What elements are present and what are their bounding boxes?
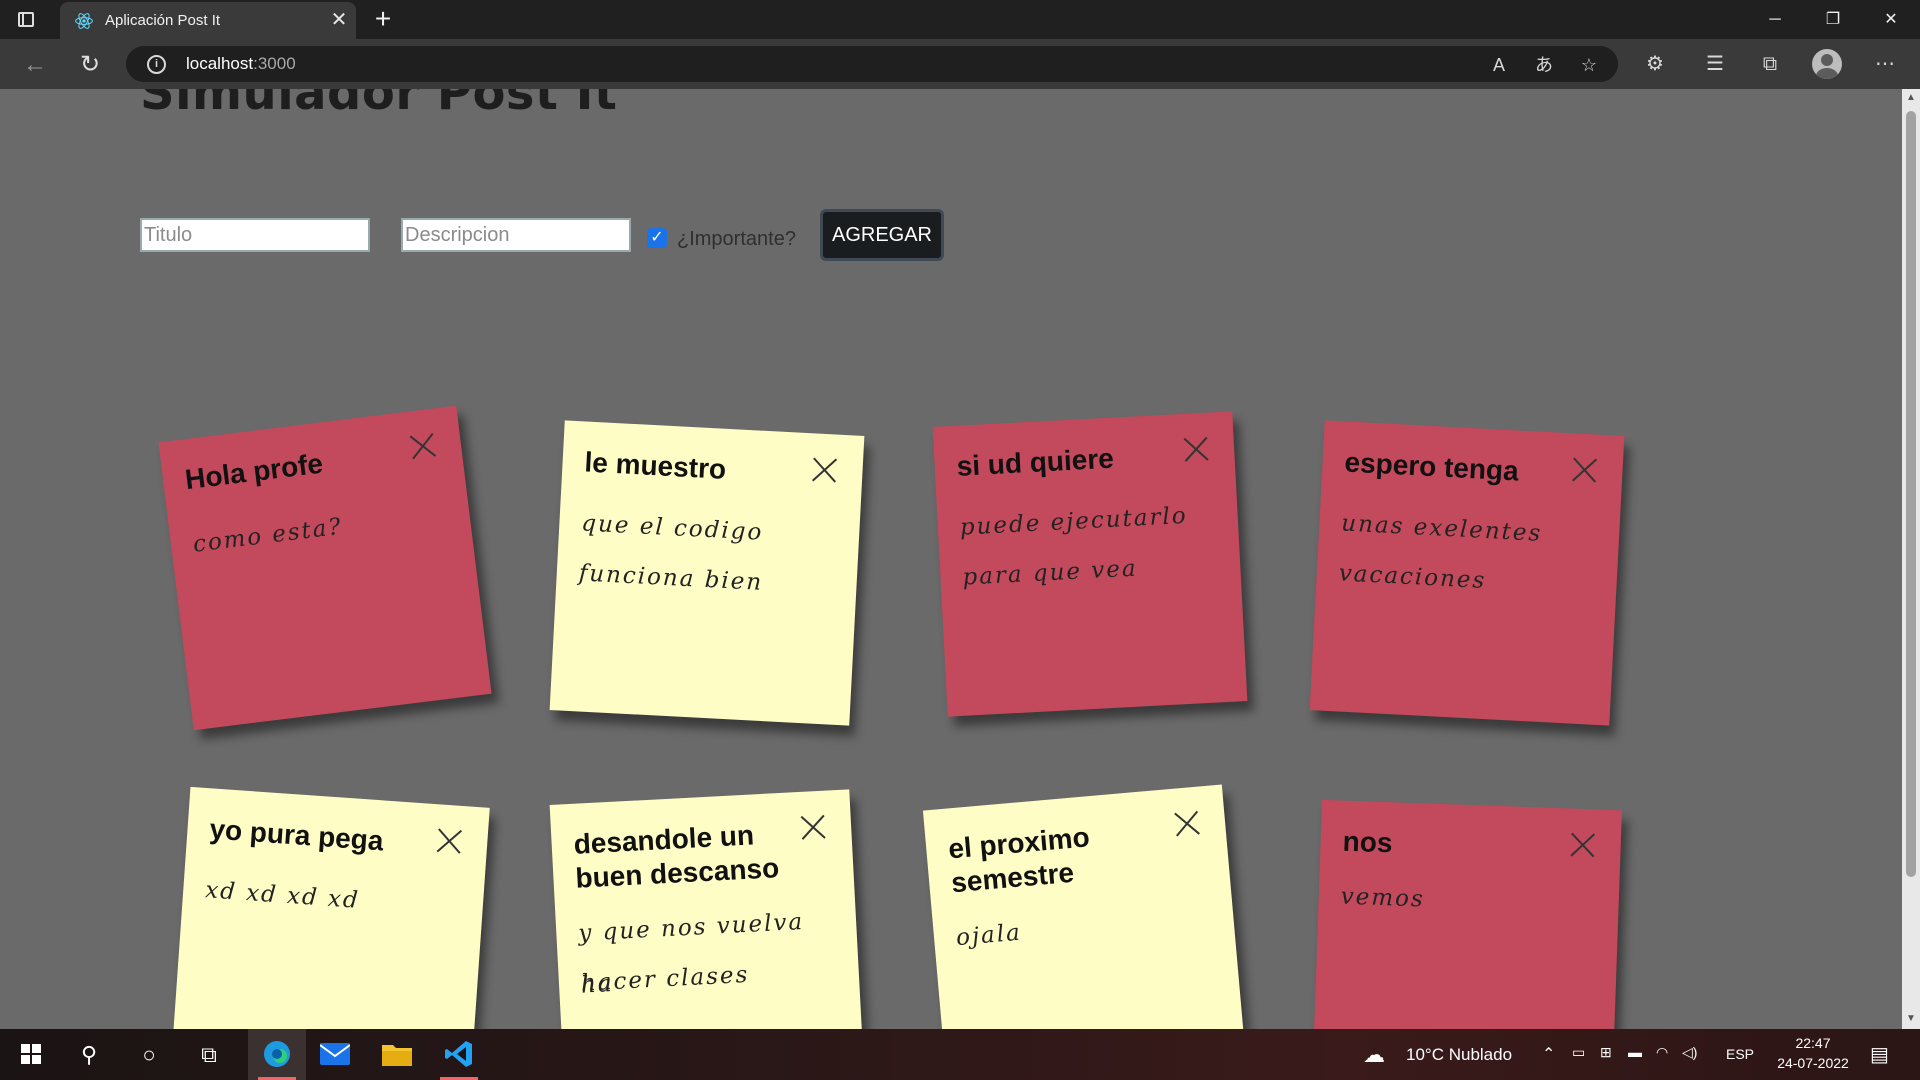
close-icon[interactable] [1172, 808, 1202, 838]
translate-icon[interactable]: あ [1531, 52, 1557, 78]
close-window-icon[interactable]: ✕ [1862, 0, 1920, 39]
note-title: el proximo semestre [947, 821, 1091, 899]
url-text[interactable]: localhost:3000 [186, 54, 296, 74]
post-it-note: el proximo semestre ojala [922, 784, 1248, 1029]
minimize-icon[interactable]: ─ [1746, 0, 1804, 39]
page-title: Simulador Post It [140, 89, 618, 121]
task-view-icon[interactable]: ⧉ [184, 1029, 234, 1080]
add-button[interactable]: AGREGAR [820, 209, 944, 261]
file-explorer-icon[interactable] [372, 1029, 422, 1080]
chevron-up-icon[interactable]: ⌃ [1542, 1044, 1555, 1064]
browser-tab[interactable]: Aplicación Post It ✕ [60, 2, 356, 39]
close-icon[interactable] [434, 826, 464, 856]
vscode-app-icon[interactable] [434, 1029, 484, 1080]
react-icon [75, 13, 93, 29]
note-title: si ud quiere [955, 442, 1115, 482]
extensions-icon[interactable]: ⚙ [1640, 49, 1670, 79]
note-description: como esta? [191, 513, 345, 558]
note-description: ojala [955, 919, 1023, 952]
post-it-note: nos vemos [1312, 799, 1622, 1029]
mail-app-icon[interactable] [310, 1029, 360, 1080]
close-icon[interactable] [407, 431, 438, 462]
collections-icon[interactable]: ⧉ [1755, 49, 1785, 79]
windows-start-icon[interactable] [6, 1029, 56, 1080]
wifi-icon[interactable]: ◠ [1656, 1044, 1668, 1061]
note-title: desandole un buen descanso [572, 819, 780, 894]
note-description: vemos [1340, 883, 1426, 913]
note-title: nos [1342, 825, 1394, 859]
edge-app-icon[interactable] [248, 1029, 306, 1080]
scroll-thumb[interactable] [1906, 111, 1916, 877]
battery-icon[interactable]: ▬ [1628, 1044, 1642, 1060]
url-port: :3000 [253, 54, 296, 73]
address-bar[interactable]: i localhost:3000 A あ ☆ [126, 46, 1618, 82]
url-host: localhost [186, 54, 254, 73]
restore-icon[interactable]: ❐ [1804, 0, 1862, 39]
close-icon[interactable] [798, 813, 827, 842]
post-it-note: espero tenga unas exelentes vacaciones [1309, 420, 1625, 726]
post-it-note: Hola profe como esta? [158, 405, 492, 731]
favorites-icon[interactable]: ☰ [1700, 49, 1730, 79]
more-menu-icon[interactable]: ⋯ [1870, 49, 1900, 79]
note-title: espero tenga [1343, 446, 1520, 487]
clock-date[interactable]: 24-07-2022 [1768, 1055, 1858, 1071]
add-favorite-icon[interactable]: ☆ [1576, 52, 1602, 78]
note-title: Hola profe [183, 447, 325, 496]
descripcion-input[interactable] [401, 218, 631, 252]
close-icon[interactable] [1181, 435, 1210, 464]
page-scrollbar[interactable]: ▲ ▼ [1902, 89, 1920, 1029]
address-toolbar: ← ↻ i localhost:3000 A あ ☆ ⚙ ☰ ⧉ ⋯ [0, 39, 1920, 89]
important-checkbox[interactable]: ✓ [647, 228, 667, 248]
weather-text[interactable]: 10°C Nublado [1406, 1045, 1512, 1065]
info-icon[interactable]: i [147, 55, 166, 74]
close-tab-icon[interactable]: ✕ [328, 9, 350, 31]
scroll-down-icon[interactable]: ▼ [1905, 1013, 1917, 1025]
reload-icon[interactable]: ↻ [75, 50, 105, 80]
search-icon[interactable]: ⚲ [64, 1029, 114, 1080]
cortana-icon[interactable]: ○ [124, 1029, 174, 1080]
windows-taskbar: ⚲ ○ ⧉ ☁ 10°C Nublado ⌃ ▭ ⊞ ▬ ◠ ◁) ESP 22… [0, 1029, 1920, 1080]
post-it-note: si ud quiere puede ejecutarlo para que v… [932, 411, 1248, 717]
back-icon[interactable]: ← [20, 50, 50, 80]
important-label: ¿Importante? [677, 228, 796, 250]
post-it-note: yo pura pega xd xd xd xd [170, 786, 490, 1029]
notifications-icon[interactable]: ▤ [1870, 1042, 1889, 1067]
tab-title: Aplicación Post It [105, 12, 221, 29]
language-indicator[interactable]: ESP [1726, 1046, 1754, 1062]
post-it-note: le muestro que el codigo funciona bien [549, 420, 865, 726]
profile-avatar[interactable] [1812, 49, 1842, 79]
scroll-up-icon[interactable]: ▲ [1905, 92, 1917, 104]
clock-time[interactable]: 22:47 [1788, 1035, 1838, 1051]
note-title: le muestro [583, 446, 727, 485]
note-description: xd xd xd xd [204, 877, 361, 914]
close-icon[interactable] [810, 455, 839, 484]
page-content: Simulador Post It ✓ ¿Importante? AGREGAR… [0, 89, 1902, 1029]
close-icon[interactable] [1568, 830, 1597, 859]
read-aloud-icon[interactable]: A [1486, 52, 1512, 78]
cloud-icon[interactable]: ☁ [1363, 1042, 1385, 1068]
defender-icon[interactable]: ⊞ [1600, 1044, 1612, 1061]
meet-now-icon[interactable]: ▭ [1572, 1044, 1585, 1061]
note-title: yo pura pega [208, 813, 385, 857]
titulo-input[interactable] [140, 218, 370, 252]
new-tab-icon[interactable]: + [369, 5, 397, 33]
post-it-note: desandole un buen descanso y que nos vue… [549, 789, 865, 1029]
browser-tab-bar: Aplicación Post It ✕ + ─ ❐ ✕ [0, 0, 1920, 39]
volume-icon[interactable]: ◁) [1682, 1044, 1697, 1061]
close-icon[interactable] [1570, 455, 1599, 484]
tab-actions-icon[interactable] [14, 9, 38, 31]
